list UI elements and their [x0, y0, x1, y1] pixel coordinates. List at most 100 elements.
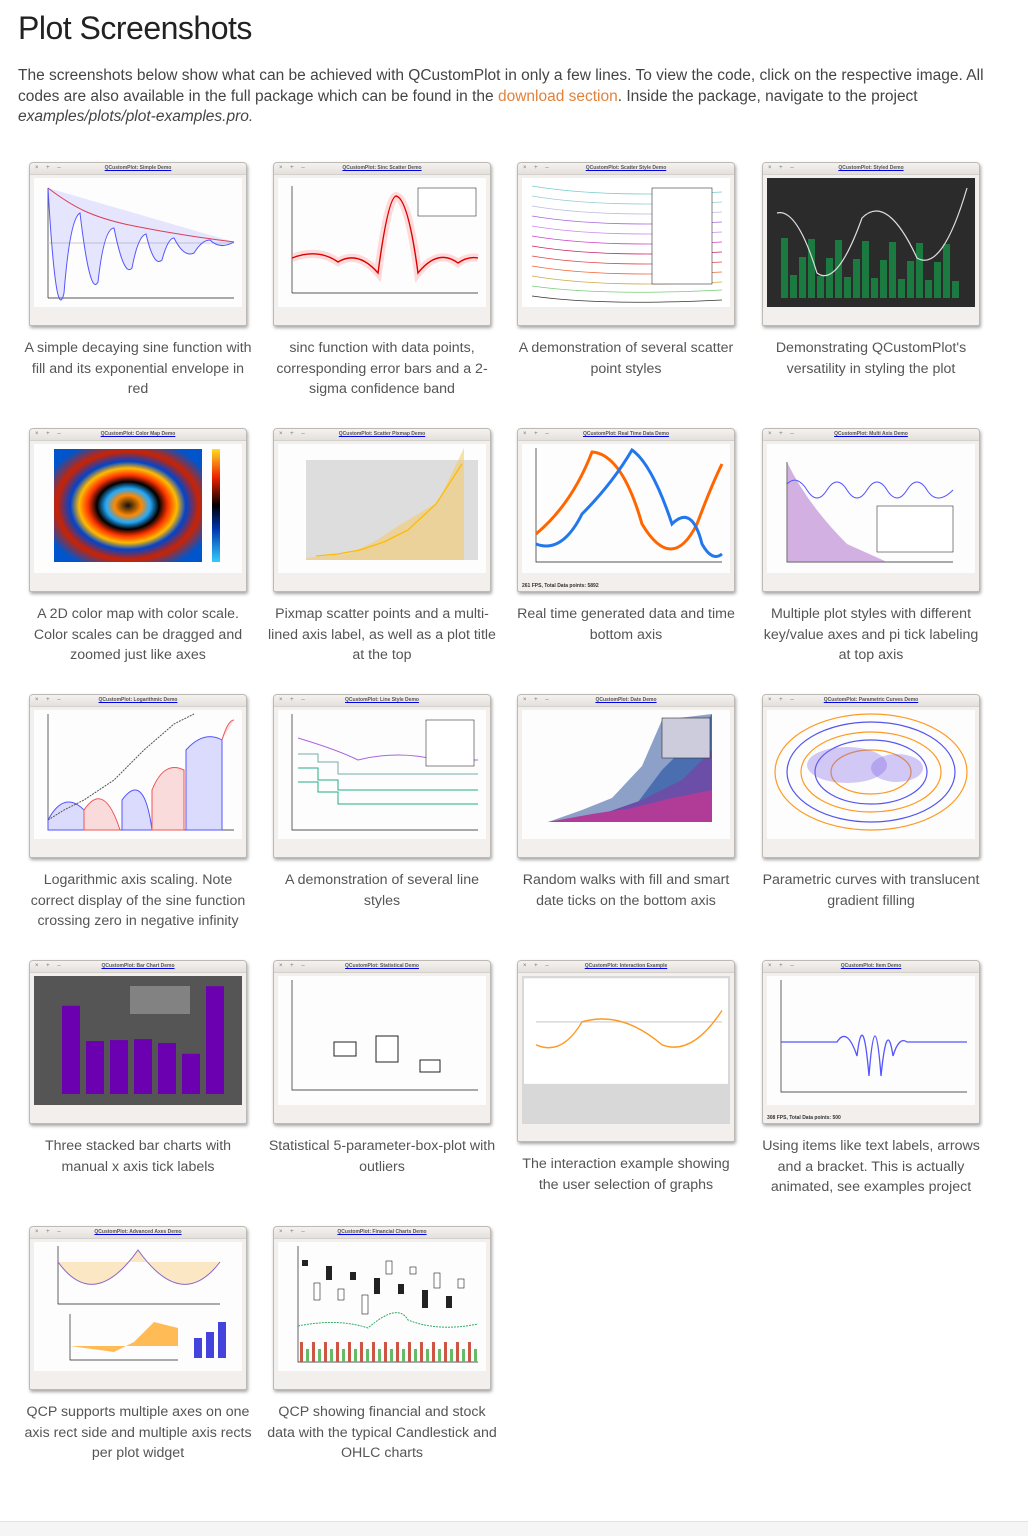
window-titlebar: × + – QCustomPlot: Parametric Curves Demo [763, 695, 979, 707]
plot-graphic [767, 976, 975, 1105]
screenshot-thumbnail[interactable]: × + – QCustomPlot: Advanced Axes Demo [29, 1226, 247, 1390]
plot-graphic [522, 178, 730, 307]
screenshot-item: × + – QCustomPlot: Real Time Data Demo 261… [504, 428, 748, 645]
window-titlebar: × + – QCustomPlot: Sinc Scatter Demo [274, 163, 490, 175]
screenshot-thumbnail[interactable]: × + – QCustomPlot: Financial Charts Demo [273, 1226, 491, 1390]
status-text: 308 FPS, Total Data points: 500 [767, 1115, 841, 1121]
window-titlebar: × + – QCustomPlot: Logarithmic Demo [30, 695, 246, 707]
window-controls-icon: × + – [35, 697, 64, 703]
plot-image [278, 710, 486, 839]
screenshot-thumbnail[interactable]: × + – QCustomPlot: Simple Demo [29, 162, 247, 326]
screenshot-item: × + – QCustomPlot: Date Demo Random walks … [504, 694, 748, 911]
plot-image [767, 444, 975, 573]
plot-image [522, 976, 730, 1124]
window-controls-icon: × + – [768, 963, 797, 969]
screenshot-caption: Parametric curves with translucent gradi… [762, 872, 980, 909]
plot-image [278, 178, 486, 307]
window-titlebar: × + – QCustomPlot: Scatter Style Demo [518, 163, 734, 175]
window-controls-icon: × + – [523, 431, 552, 437]
screenshot-caption: Logarithmic axis scaling. Note correct d… [30, 872, 246, 929]
plot-image [278, 976, 486, 1105]
plot-image [767, 976, 975, 1105]
screenshot-caption: A demonstration of several scatter point… [518, 340, 734, 377]
window-controls-icon: × + – [279, 963, 308, 969]
plot-graphic [522, 444, 730, 573]
plot-image [34, 444, 242, 573]
plot-graphic [767, 710, 975, 839]
window-titlebar: × + – QCustomPlot: Color Map Demo [30, 429, 246, 441]
plot-image [522, 178, 730, 307]
screenshot-item: × + – QCustomPlot: Scatter Style Demo A de… [504, 162, 748, 379]
screenshot-caption: Real time generated data and time bottom… [517, 606, 735, 643]
screenshot-item: × + – QCustomPlot: Sinc Scatter Demo sinc … [260, 162, 504, 400]
screenshot-caption: Using items like text labels, arrows and… [762, 1138, 980, 1195]
window-titlebar: × + – QCustomPlot: Real Time Data Demo [518, 429, 734, 441]
screenshot-thumbnail[interactable]: × + – QCustomPlot: Parametric Curves Demo [762, 694, 980, 858]
plot-image [34, 710, 242, 839]
footer-bar [0, 1521, 1028, 1536]
window-titlebar: × + – QCustomPlot: Interaction Example [518, 961, 734, 973]
screenshot-item: × + – QCustomPlot: Bar Chart Demo Three st… [16, 960, 260, 1177]
page-title: Plot Screenshots [18, 10, 252, 46]
window-titlebar: × + – QCustomPlot: Advanced Axes Demo [30, 1227, 246, 1239]
screenshot-thumbnail[interactable]: × + – QCustomPlot: Logarithmic Demo [29, 694, 247, 858]
screenshot-item: × + – QCustomPlot: Parametric Curves Demo… [749, 694, 993, 911]
screenshot-thumbnail[interactable]: × + – QCustomPlot: Scatter Style Demo [517, 162, 735, 326]
screenshot-thumbnail[interactable]: × + – QCustomPlot: Interaction Example [517, 960, 735, 1142]
screenshot-caption: Pixmap scatter points and a multi-lined … [268, 606, 496, 663]
window-controls-icon: × + – [279, 431, 308, 437]
screenshot-thumbnail[interactable]: × + – QCustomPlot: Scatter Pixmap Demo [273, 428, 491, 592]
plot-graphic [278, 444, 486, 573]
screenshot-thumbnail[interactable]: × + – QCustomPlot: Line Style Demo [273, 694, 491, 858]
window-controls-icon: × + – [768, 165, 797, 171]
screenshot-caption: QCP supports multiple axes on one axis r… [24, 1404, 252, 1461]
window-titlebar: × + – QCustomPlot: Styled Demo [763, 163, 979, 175]
plot-image [278, 1242, 486, 1371]
plot-graphic [278, 1242, 486, 1371]
download-section-link[interactable]: download section [498, 88, 618, 105]
screenshot-item: × + – QCustomPlot: Color Map Demo A 2D col… [16, 428, 260, 666]
window-controls-icon: × + – [523, 963, 552, 969]
plot-graphic [522, 710, 730, 839]
window-controls-icon: × + – [768, 697, 797, 703]
window-controls-icon: × + – [523, 165, 552, 171]
screenshot-caption: The interaction example showing the user… [522, 1156, 730, 1193]
screenshot-item: × + – QCustomPlot: Item Demo 308 FPS, Tota… [749, 960, 993, 1198]
screenshot-caption: Multiple plot styles with different key/… [763, 606, 979, 663]
screenshot-thumbnail[interactable]: × + – QCustomPlot: Multi Axis Demo [762, 428, 980, 592]
window-controls-icon: × + – [35, 165, 64, 171]
screenshot-thumbnail[interactable]: × + – QCustomPlot: Color Map Demo [29, 428, 247, 592]
screenshot-thumbnail[interactable]: × + – QCustomPlot: Item Demo 308 FPS, Tota… [762, 960, 980, 1124]
screenshot-item: × + – QCustomPlot: Interaction Example The… [504, 960, 748, 1195]
plot-graphic [34, 1242, 242, 1371]
screenshot-item: × + – QCustomPlot: Styled Demo Demonstrati… [749, 162, 993, 379]
window-titlebar: × + – QCustomPlot: Multi Axis Demo [763, 429, 979, 441]
screenshot-caption: Statistical 5-parameter-box-plot with ou… [268, 1138, 496, 1175]
window-titlebar: × + – QCustomPlot: Line Style Demo [274, 695, 490, 707]
window-titlebar: × + – QCustomPlot: Bar Chart Demo [30, 961, 246, 973]
plot-image [767, 710, 975, 839]
window-titlebar: × + – QCustomPlot: Item Demo [763, 961, 979, 973]
screenshot-item: × + – QCustomPlot: Financial Charts Demo Q… [260, 1226, 504, 1464]
window-controls-icon: × + – [35, 1229, 64, 1235]
screenshot-caption: QCP showing financial and stock data wit… [267, 1404, 497, 1461]
plot-image [34, 1242, 242, 1371]
screenshot-thumbnail[interactable]: × + – QCustomPlot: Bar Chart Demo [29, 960, 247, 1124]
plot-graphic [522, 976, 730, 1124]
plot-image [34, 178, 242, 307]
screenshot-caption: A simple decaying sine function with fil… [24, 340, 252, 397]
window-titlebar: × + – QCustomPlot: Date Demo [518, 695, 734, 707]
plot-image [34, 976, 242, 1105]
screenshot-thumbnail[interactable]: × + – QCustomPlot: Styled Demo [762, 162, 980, 326]
plot-image [278, 444, 486, 573]
project-path: examples/plots/plot-examples.pro. [18, 108, 254, 125]
window-titlebar: × + – QCustomPlot: Scatter Pixmap Demo [274, 429, 490, 441]
screenshot-item: × + – QCustomPlot: Line Style Demo A demon… [260, 694, 504, 911]
screenshot-item: × + – QCustomPlot: Advanced Axes Demo QCP … [16, 1226, 260, 1464]
screenshot-thumbnail[interactable]: × + – QCustomPlot: Real Time Data Demo 261… [517, 428, 735, 592]
screenshot-thumbnail[interactable]: × + – QCustomPlot: Sinc Scatter Demo [273, 162, 491, 326]
window-controls-icon: × + – [279, 165, 308, 171]
screenshot-caption: Demonstrating QCustomPlot's versatility … [775, 340, 967, 377]
screenshot-thumbnail[interactable]: × + – QCustomPlot: Date Demo [517, 694, 735, 858]
screenshot-thumbnail[interactable]: × + – QCustomPlot: Statistical Demo [273, 960, 491, 1124]
